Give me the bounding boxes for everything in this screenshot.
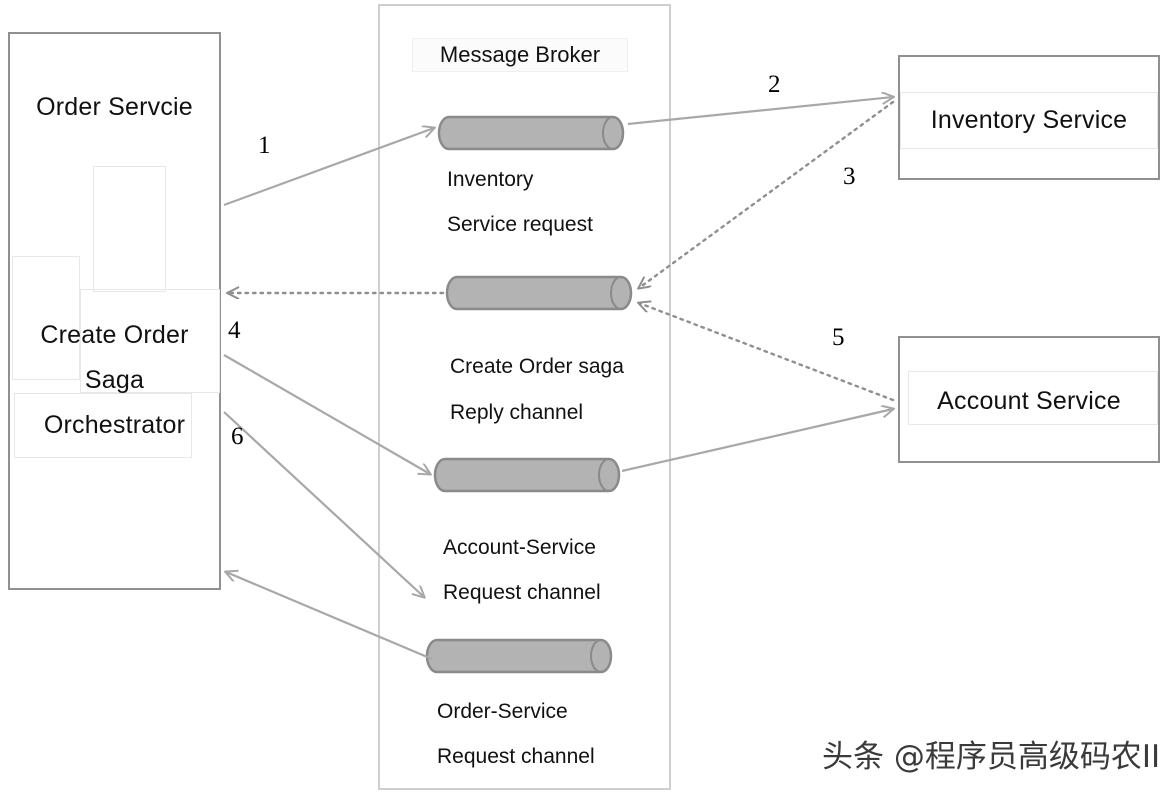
step-number-4: 4 bbox=[228, 317, 241, 344]
arrow-step-5 bbox=[639, 303, 895, 402]
channel-pipe-create-order-saga-reply[interactable] bbox=[445, 275, 635, 312]
orchestrator-title-line-3: Orchestrator bbox=[43, 411, 186, 439]
channel-label-reply-line-2: Reply channel bbox=[450, 401, 584, 424]
step-number-3: 3 bbox=[843, 163, 856, 190]
order-service-inner-rect-1 bbox=[93, 166, 166, 292]
channel-label-inventory-line-1: Inventory bbox=[447, 168, 534, 191]
inventory-service-title: Inventory Service bbox=[930, 106, 1128, 134]
channel-pipe-account-service-request[interactable] bbox=[433, 457, 623, 494]
channel-label-inventory-line-2: Service request bbox=[447, 213, 593, 236]
step-number-6: 6 bbox=[231, 423, 244, 450]
step-number-5: 5 bbox=[832, 324, 845, 351]
orchestrator-title-line-1: Create Order bbox=[40, 321, 189, 349]
channel-label-order-line-2: Request channel bbox=[437, 745, 595, 768]
channel-pipe-inventory-service-request[interactable] bbox=[437, 115, 627, 152]
channel-label-reply-line-1: Create Order saga bbox=[450, 355, 624, 378]
order-service-inner-rect-2 bbox=[12, 256, 80, 380]
channel-label-order-line-1: Order-Service bbox=[437, 700, 568, 723]
channel-pipe-order-service-request[interactable] bbox=[425, 638, 615, 675]
order-service-title: Order Servcie bbox=[36, 93, 193, 121]
diagram-canvas: Order Servcie Create Order Saga Orchestr… bbox=[0, 0, 1170, 799]
step-number-1: 1 bbox=[258, 132, 271, 159]
channel-label-account-line-2: Request channel bbox=[443, 581, 601, 604]
step-number-2: 2 bbox=[768, 71, 781, 98]
message-broker-title: Message Broker bbox=[412, 38, 628, 72]
account-service-title: Account Service bbox=[937, 387, 1121, 415]
channel-label-account-line-1: Account-Service bbox=[443, 536, 596, 559]
watermark-text: 头条 @程序员高级码农II bbox=[822, 739, 1161, 775]
arrow-step-3 bbox=[639, 100, 895, 288]
orchestrator-title-line-2: Saga bbox=[84, 366, 145, 394]
